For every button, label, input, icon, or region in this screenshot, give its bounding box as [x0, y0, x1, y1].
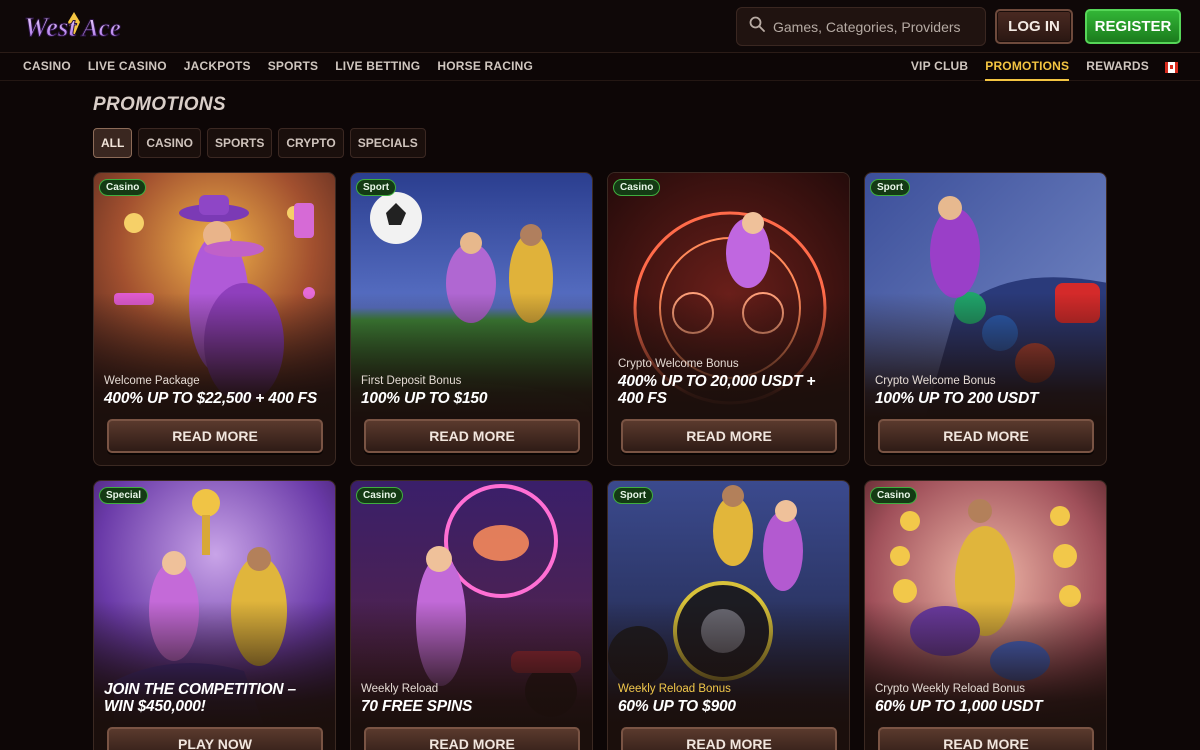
- category-badge: Sport: [613, 487, 654, 504]
- read-more-button[interactable]: READ MORE: [107, 419, 323, 453]
- category-badge: Sport: [356, 179, 397, 196]
- category-badge: Casino: [613, 179, 661, 196]
- read-more-button[interactable]: READ MORE: [878, 419, 1094, 453]
- promo-card[interactable]: Special JOIN THE COMPETITION – WIN $450,…: [93, 480, 336, 750]
- promo-card[interactable]: Sport Crypto Welcome Bonus 100% UP TO 20…: [864, 172, 1107, 466]
- promo-subtitle: Weekly Reload Bonus: [618, 683, 731, 695]
- nav-live-casino[interactable]: LIVE CASINO: [88, 53, 167, 81]
- nav-casino[interactable]: CASINO: [23, 53, 71, 81]
- search-box[interactable]: [736, 7, 986, 46]
- card-text: Crypto Welcome Bonus 100% UP TO 200 USDT: [875, 375, 1098, 407]
- promo-offer: 60% UP TO 1,000 USDT: [875, 698, 1043, 715]
- promo-card[interactable]: Casino Welcome Package 400% UP TO $22,50…: [93, 172, 336, 466]
- nav-right-group: VIP CLUB PROMOTIONS REWARDS: [894, 53, 1200, 81]
- nav-live-betting[interactable]: LIVE BETTING: [335, 53, 420, 81]
- promo-card[interactable]: Sport Weekly Reload Bonus 60% UP TO $900…: [607, 480, 850, 750]
- filter-specials[interactable]: SPECIALS: [349, 128, 426, 158]
- promo-card[interactable]: Casino Crypto Weekly Reload Bonus 60% UP…: [864, 480, 1107, 750]
- register-button[interactable]: REGISTER: [1085, 9, 1181, 44]
- promo-offer: JOIN THE COMPETITION – WIN $450,000!: [104, 681, 296, 715]
- search-icon: [749, 16, 765, 37]
- promo-subtitle: Welcome Package: [104, 375, 200, 387]
- card-text: JOIN THE COMPETITION – WIN $450,000!: [104, 681, 327, 715]
- promo-offer: 70 FREE SPINS: [361, 698, 473, 715]
- category-badge: Casino: [870, 487, 918, 504]
- promo-card[interactable]: Sport First Deposit Bonus 100% UP TO $15…: [350, 172, 593, 466]
- promo-subtitle: Crypto Welcome Bonus: [875, 375, 996, 387]
- read-more-button[interactable]: READ MORE: [364, 727, 580, 750]
- filter-casino[interactable]: CASINO: [138, 128, 201, 158]
- promo-grid: Casino Welcome Package 400% UP TO $22,50…: [93, 172, 1108, 750]
- filter-all[interactable]: ALL: [93, 128, 133, 158]
- play-now-button[interactable]: PLAY NOW: [107, 727, 323, 750]
- filter-crypto[interactable]: CRYPTO: [278, 128, 344, 158]
- read-more-button[interactable]: READ MORE: [878, 727, 1094, 750]
- main-nav: CASINO LIVE CASINO JACKPOTS SPORTS LIVE …: [0, 53, 1200, 81]
- card-text: Welcome Package 400% UP TO $22,500 + 400…: [104, 375, 327, 407]
- promo-subtitle: Crypto Welcome Bonus: [618, 358, 739, 370]
- nav-promotions[interactable]: PROMOTIONS: [985, 53, 1070, 81]
- promo-offer: 400% UP TO 20,000 USDT + 400 FS: [618, 373, 816, 407]
- read-more-button[interactable]: READ MORE: [621, 727, 837, 750]
- nav-sports[interactable]: SPORTS: [268, 53, 319, 81]
- page-title: PROMOTIONS: [93, 94, 226, 115]
- top-header: West Ace LOG IN REGISTER: [0, 0, 1200, 53]
- card-text: Crypto Welcome Bonus 400% UP TO 20,000 U…: [618, 358, 841, 407]
- category-badge: Casino: [356, 487, 404, 504]
- category-badge: Special: [99, 487, 149, 504]
- nav-left-group: CASINO LIVE CASINO JACKPOTS SPORTS LIVE …: [23, 53, 550, 81]
- promo-subtitle: Weekly Reload: [361, 683, 439, 695]
- promo-card[interactable]: Casino Crypto Welcome Bonus 400% UP TO 2…: [607, 172, 850, 466]
- card-text: First Deposit Bonus 100% UP TO $150: [361, 375, 584, 407]
- read-more-button[interactable]: READ MORE: [621, 419, 837, 453]
- west-ace-logo[interactable]: West Ace: [22, 6, 130, 46]
- filter-sports[interactable]: SPORTS: [207, 128, 273, 158]
- login-button[interactable]: LOG IN: [995, 9, 1073, 44]
- promo-filter-tabs: ALL CASINO SPORTS CRYPTO SPECIALS: [93, 128, 426, 158]
- category-badge: Sport: [870, 179, 911, 196]
- search-input[interactable]: [773, 18, 973, 35]
- promo-offer: 60% UP TO $900: [618, 698, 736, 715]
- read-more-button[interactable]: READ MORE: [364, 419, 580, 453]
- promo-card[interactable]: Casino Weekly Reload 70 FREE SPINS READ …: [350, 480, 593, 750]
- nav-jackpots[interactable]: JACKPOTS: [184, 53, 251, 81]
- svg-text:West: West: [24, 12, 77, 42]
- promo-offer: 100% UP TO $150: [361, 390, 488, 407]
- card-text: Weekly Reload Bonus 60% UP TO $900: [618, 683, 841, 715]
- nav-vip-club[interactable]: VIP CLUB: [911, 53, 968, 81]
- category-badge: Casino: [99, 179, 147, 196]
- promo-offer: 400% UP TO $22,500 + 400 FS: [104, 390, 318, 407]
- svg-text:Ace: Ace: [80, 15, 121, 42]
- nav-rewards[interactable]: REWARDS: [1086, 53, 1149, 81]
- promo-subtitle: First Deposit Bonus: [361, 375, 462, 387]
- promo-subtitle: Crypto Weekly Reload Bonus: [875, 683, 1025, 695]
- card-text: Crypto Weekly Reload Bonus 60% UP TO 1,0…: [875, 683, 1098, 715]
- promo-offer: 100% UP TO 200 USDT: [875, 390, 1039, 407]
- canada-flag-icon[interactable]: [1165, 61, 1178, 73]
- nav-horse-racing[interactable]: HORSE RACING: [437, 53, 533, 81]
- card-text: Weekly Reload 70 FREE SPINS: [361, 683, 584, 715]
